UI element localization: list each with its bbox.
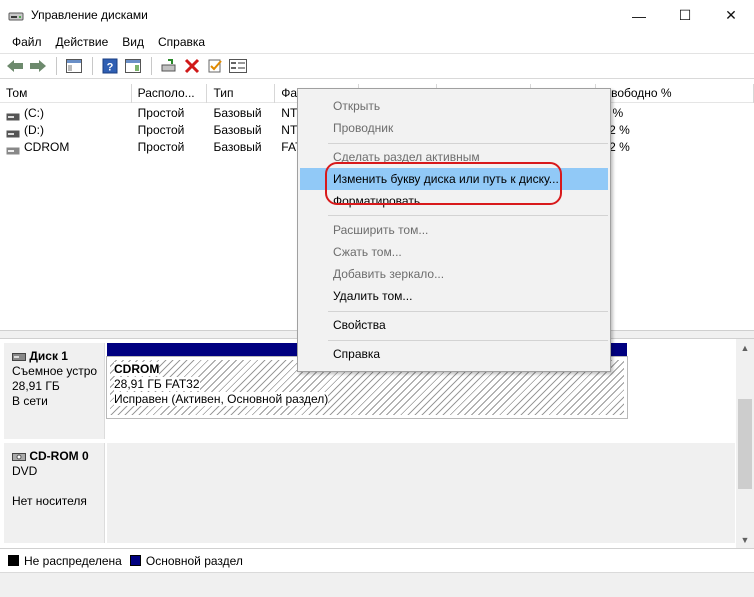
menu-file[interactable]: Файл <box>6 33 48 51</box>
forward-button[interactable] <box>27 55 49 77</box>
column-header-free-percent[interactable]: Свободно % <box>596 84 754 103</box>
empty-media-area <box>107 443 735 543</box>
disk-connect-icon <box>161 59 176 72</box>
volume-layout: Простой <box>137 140 185 154</box>
context-menu: Открыть Проводник Сделать раздел активны… <box>297 88 611 372</box>
disk-row-cdrom-0: CD-ROM 0 DVD Нет носителя <box>4 443 736 543</box>
vertical-scrollbar[interactable]: ▲ ▼ <box>736 339 754 548</box>
properties-icon <box>229 59 247 73</box>
maximize-button[interactable]: ☐ <box>662 0 708 31</box>
scroll-thumb[interactable] <box>738 399 752 489</box>
console-tree-icon <box>66 59 82 73</box>
menu-action[interactable]: Действие <box>50 33 115 51</box>
menu-item-explore[interactable]: Проводник <box>300 117 608 139</box>
volume-name: (D:) <box>24 123 44 137</box>
menu-separator <box>328 311 608 312</box>
checklist-icon <box>208 59 222 73</box>
menu-separator <box>328 143 608 144</box>
svg-text:?: ? <box>107 62 114 74</box>
window-title: Управление дисками <box>31 8 148 22</box>
partition-size-fs: 28,91 ГБ FAT32 <box>114 377 200 391</box>
legend-swatch-primary <box>129 555 141 566</box>
show-hide-console-tree-button[interactable] <box>63 55 85 77</box>
drive-icon <box>6 126 20 138</box>
scroll-down-icon[interactable]: ▼ <box>736 531 754 548</box>
title-bar: Управление дисками — ☐ ✕ <box>0 0 754 31</box>
disk-kind: Съемное устро <box>12 364 98 378</box>
menu-item-help[interactable]: Справка <box>300 343 608 365</box>
help-icon: ? <box>102 58 118 74</box>
volume-free-percent: 92 % <box>602 140 630 154</box>
disk-name: Диск 1 <box>29 349 68 363</box>
disk-label[interactable]: Диск 1 Съемное устро 28,91 ГБ В сети <box>4 343 105 439</box>
cdrom-icon <box>12 449 26 463</box>
toolbar-separator <box>151 57 152 75</box>
drive-icon <box>6 109 20 121</box>
drive-icon <box>6 143 20 155</box>
partition-label: CDROM <box>114 362 160 376</box>
disk-kind: DVD <box>12 464 38 478</box>
column-header-layout[interactable]: Располо... <box>132 84 208 103</box>
connect-disk-button[interactable] <box>158 55 180 77</box>
disk-label[interactable]: CD-ROM 0 DVD Нет носителя <box>4 443 105 543</box>
delete-x-icon <box>184 58 200 74</box>
toolbar: ? <box>0 53 754 79</box>
disk-state: Нет носителя <box>12 494 87 508</box>
column-header-volume[interactable]: Том <box>0 84 132 103</box>
disk-size: 28,91 ГБ <box>12 379 60 393</box>
partition-status: Исправен (Активен, Основной раздел) <box>114 392 329 406</box>
show-hide-action-pane-button[interactable] <box>122 55 144 77</box>
menu-item-delete-volume[interactable]: Удалить том... <box>300 285 608 307</box>
check-disk-button[interactable] <box>204 55 226 77</box>
volume-type: Базовый <box>213 123 262 137</box>
back-button[interactable] <box>4 55 26 77</box>
help-button[interactable]: ? <box>99 55 121 77</box>
legend-label-primary: Основной раздел <box>145 553 243 568</box>
legend-label-unallocated: Не распределена <box>24 553 122 568</box>
menu-item-open[interactable]: Открыть <box>300 95 608 117</box>
highlight-annotation-ring <box>325 162 562 205</box>
menu-item-properties[interactable]: Свойства <box>300 314 608 336</box>
close-button[interactable]: ✕ <box>708 0 754 31</box>
volume-layout: Простой <box>137 106 185 120</box>
disk-icon <box>12 349 26 363</box>
menu-help[interactable]: Справка <box>152 33 211 51</box>
legend: Не распределена Основной раздел <box>0 548 754 572</box>
menu-separator <box>328 340 608 341</box>
maximize-icon: ☐ <box>678 7 692 23</box>
volume-free-percent: 5 % <box>602 106 624 120</box>
menu-item-extend-volume[interactable]: Расширить том... <box>300 219 608 241</box>
disk-name: CD-ROM 0 <box>29 449 89 463</box>
close-icon: ✕ <box>725 7 737 23</box>
menu-bar: Файл Действие Вид Справка <box>0 31 754 53</box>
disk-management-icon <box>8 8 24 24</box>
menu-item-shrink-volume[interactable]: Сжать том... <box>300 241 608 263</box>
action-pane-icon <box>125 59 141 73</box>
legend-swatch-unallocated <box>8 555 19 566</box>
disk-state: В сети <box>12 394 48 408</box>
toolbar-separator <box>56 57 57 75</box>
delete-button[interactable] <box>181 55 203 77</box>
back-arrow-icon <box>7 60 23 72</box>
volume-name: (C:) <box>24 106 44 120</box>
menu-item-add-mirror[interactable]: Добавить зеркало... <box>300 263 608 285</box>
volume-name: CDROM <box>24 140 70 154</box>
minimize-icon: — <box>632 7 646 24</box>
volume-free-percent: 92 % <box>602 123 630 137</box>
volume-type: Базовый <box>213 106 262 120</box>
scroll-up-icon[interactable]: ▲ <box>736 339 754 356</box>
volume-layout: Простой <box>137 123 185 137</box>
menu-view[interactable]: Вид <box>116 33 150 51</box>
menu-separator <box>328 215 608 216</box>
forward-arrow-icon <box>30 60 46 72</box>
properties-button[interactable] <box>227 55 249 77</box>
column-header-type[interactable]: Тип <box>207 84 276 103</box>
volume-type: Базовый <box>213 140 262 154</box>
status-bar <box>0 572 754 597</box>
minimize-button[interactable]: — <box>616 0 662 31</box>
toolbar-separator <box>92 57 93 75</box>
